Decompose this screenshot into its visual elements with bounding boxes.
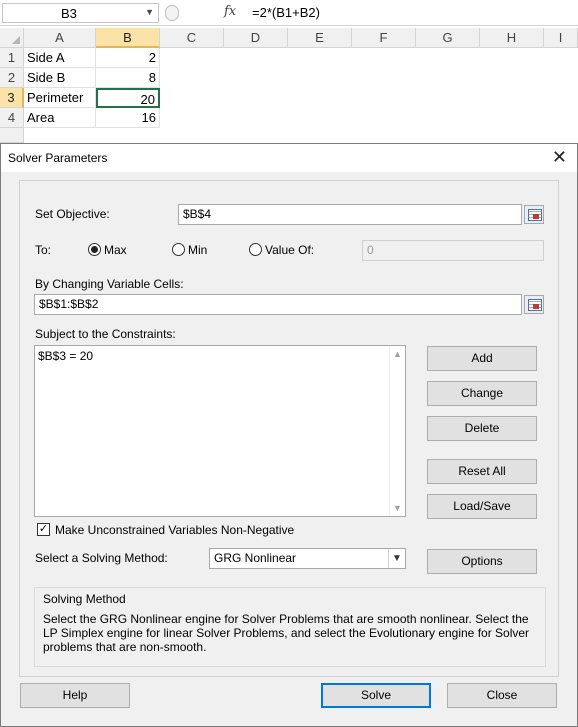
column-header-i[interactable]: I — [544, 28, 578, 48]
solving-method-label: Select a Solving Method: — [35, 551, 168, 565]
formula-bar: B3 ▼ fx =2*(B1+B2) — [0, 0, 578, 26]
dialog-content-panel: Set Objective: $B$4 To: Max Min Value Of… — [19, 180, 559, 677]
constraints-list[interactable]: $B$3 = 20 ▲ ▼ — [34, 345, 406, 517]
name-box[interactable]: B3 ▼ — [2, 3, 159, 23]
solving-method-description: Select the GRG Nonlinear engine for Solv… — [43, 612, 530, 654]
cell-a3[interactable]: Perimeter — [24, 88, 96, 108]
nonnegative-label[interactable]: Make Unconstrained Variables Non-Negativ… — [55, 523, 294, 537]
min-radio-label[interactable]: Min — [188, 243, 207, 257]
column-header-b[interactable]: B — [96, 28, 160, 48]
formula-bar-buttons: fx — [162, 3, 242, 23]
collapse-dialog-icon[interactable] — [524, 205, 544, 224]
solving-method-groupbox: Solving Method Select the GRG Nonlinear … — [34, 587, 546, 667]
add-button[interactable]: Add — [427, 346, 537, 371]
chevron-down-icon[interactable]: ▼ — [388, 549, 405, 568]
cell-a1[interactable]: Side A — [24, 48, 96, 68]
column-header-h[interactable]: H — [480, 28, 544, 48]
to-label: To: — [35, 243, 52, 257]
row-header-4[interactable]: 4 — [0, 108, 24, 128]
solver-parameters-dialog: Solver Parameters ✕ Set Objective: $B$4 … — [0, 143, 578, 727]
column-header-f[interactable]: F — [352, 28, 416, 48]
cell-b1[interactable]: 2 — [96, 48, 160, 68]
changing-cells-input[interactable]: $B$1:$B$2 — [34, 294, 522, 315]
name-box-value: B3 — [61, 6, 77, 21]
solve-button[interactable]: Solve — [321, 683, 431, 708]
dialog-title: Solver Parameters — [8, 151, 108, 165]
select-all-corner[interactable] — [0, 28, 24, 48]
set-objective-label: Set Objective: — [35, 207, 110, 221]
dialog-titlebar[interactable]: Solver Parameters ✕ — [1, 144, 577, 172]
objective-input[interactable]: $B$4 — [178, 204, 522, 225]
solving-method-title: Solving Method — [43, 592, 126, 606]
column-header-g[interactable]: G — [416, 28, 480, 48]
close-button[interactable]: Close — [447, 683, 557, 708]
delete-button[interactable]: Delete — [427, 416, 537, 441]
column-header-a[interactable]: A — [24, 28, 96, 48]
changing-cells-label: By Changing Variable Cells: — [35, 277, 184, 291]
value-of-radio-label[interactable]: Value Of: — [265, 243, 314, 257]
constraints-scrollbar[interactable]: ▲ ▼ — [389, 346, 405, 516]
max-radio-label[interactable]: Max — [104, 243, 127, 257]
reset-all-button[interactable]: Reset All — [427, 459, 537, 484]
formula-bar-scroll-handle[interactable] — [165, 5, 179, 21]
max-radio[interactable] — [88, 243, 101, 256]
column-header-e[interactable]: E — [288, 28, 352, 48]
close-icon[interactable]: ✕ — [552, 147, 567, 168]
constraints-label: Subject to the Constraints: — [35, 327, 176, 341]
row-header-2[interactable]: 2 — [0, 68, 24, 88]
help-button[interactable]: Help — [20, 683, 130, 708]
cell-a2[interactable]: Side B — [24, 68, 96, 88]
cell-b3[interactable]: 20 — [96, 88, 160, 108]
row-header-3[interactable]: 3 — [0, 88, 24, 108]
value-of-radio[interactable] — [249, 243, 262, 256]
formula-input[interactable]: =2*(B1+B2) — [252, 5, 320, 20]
solving-method-select[interactable]: GRG Nonlinear ▼ — [209, 548, 406, 569]
cell-b2[interactable]: 8 — [96, 68, 160, 88]
row-header-1[interactable]: 1 — [0, 48, 24, 68]
chevron-down-icon[interactable]: ▼ — [145, 7, 154, 17]
cell-b4[interactable]: 16 — [96, 108, 160, 128]
column-header-c[interactable]: C — [160, 28, 224, 48]
list-item[interactable]: $B$3 = 20 — [38, 349, 93, 363]
load-save-button[interactable]: Load/Save — [427, 494, 537, 519]
value-of-input: 0 — [362, 240, 544, 261]
column-header-d[interactable]: D — [224, 28, 288, 48]
min-radio[interactable] — [172, 243, 185, 256]
change-button[interactable]: Change — [427, 381, 537, 406]
solving-method-value: GRG Nonlinear — [214, 551, 297, 565]
chevron-up-icon[interactable]: ▲ — [393, 349, 402, 359]
insert-function-icon[interactable]: fx — [224, 4, 236, 19]
row-header-5[interactable] — [0, 128, 24, 143]
nonnegative-checkbox[interactable]: ✓ — [37, 523, 50, 536]
cell-a4[interactable]: Area — [24, 108, 96, 128]
options-button[interactable]: Options — [427, 549, 537, 574]
chevron-down-icon[interactable]: ▼ — [393, 503, 402, 513]
collapse-dialog-icon[interactable] — [524, 295, 544, 314]
